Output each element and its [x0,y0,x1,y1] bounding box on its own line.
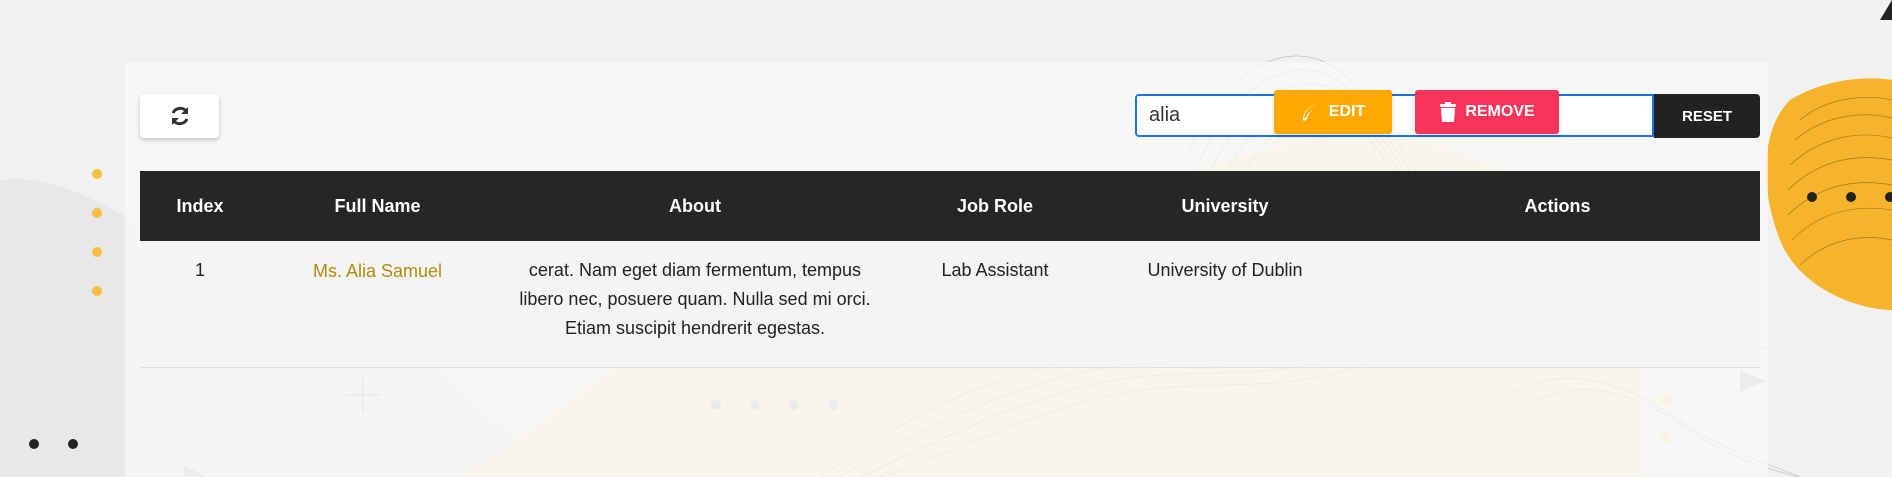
about-line-2: libero nec, posuere quam. Nulla sed mi o… [519,289,871,309]
refresh-icon [171,106,188,126]
feather-icon [1302,104,1319,121]
trash-icon [1440,102,1457,122]
remove-label: REMOVE [1465,103,1535,120]
column-header-job-role: Job Role [956,195,1033,216]
about-line-1: cerat. Nam eget diam fermentum, tempus [528,260,862,280]
search-input[interactable] [1135,94,1654,137]
reset-button[interactable]: RESET [1654,94,1760,138]
cell-about: cerat. Nam eget diam fermentum, tempus l… [495,256,895,343]
column-header-full-name: Full Name [334,195,421,216]
cell-full-name: Ms. Alia Samuel [312,261,443,281]
table-row: 1 Ms. Alia Samuel cerat. Nam eget diam f… [140,241,1760,368]
refresh-button[interactable] [140,94,219,138]
cell-university: University of Dublin [1147,260,1303,280]
cell-index: 1 [194,260,205,280]
edit-label: EDIT [1328,103,1366,120]
column-header-index: Index [176,195,224,216]
about-line-3: Etiam suscipit hendrerit egestas. [564,318,826,338]
column-header-about: About [669,195,721,216]
users-table: Index Full Name About Job Role Universit… [140,171,1760,368]
table-header: Index Full Name About Job Role Universit… [140,171,1760,241]
remove-button[interactable]: REMOVE [1415,90,1559,134]
column-header-university: University [1181,195,1269,216]
edit-button[interactable]: EDIT [1274,90,1392,134]
column-header-actions: Actions [1524,195,1591,216]
cell-job-role: Lab Assistant [941,260,1049,280]
